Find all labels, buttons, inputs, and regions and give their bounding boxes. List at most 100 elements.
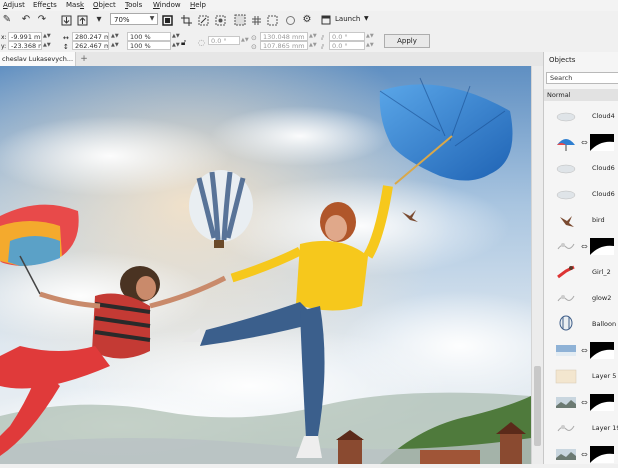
apply-button[interactable]: Apply: [384, 34, 430, 48]
mask-link-icon[interactable]: ⇔: [581, 346, 588, 355]
x-spinner-icon[interactable]: ▲▼: [43, 32, 51, 41]
width-field[interactable]: 280.247 mm: [72, 32, 109, 41]
scale-x-spinner-icon[interactable]: ▲▼: [172, 32, 180, 41]
pencil-icon[interactable]: ✎: [2, 14, 12, 26]
skew-x-spinner-icon[interactable]: ▲▼: [366, 32, 374, 41]
menu-mask[interactable]: Mask: [66, 1, 84, 10]
add-tab-button[interactable]: +: [78, 53, 90, 65]
select-rectangle-icon[interactable]: [234, 14, 246, 26]
objects-search-input[interactable]: Search: [546, 72, 618, 84]
paper-thumbnail: [555, 367, 577, 386]
scale-y-spinner-icon[interactable]: ▲▼: [172, 41, 180, 50]
export-icon[interactable]: [76, 14, 88, 26]
scale-y-field[interactable]: 100 %: [127, 41, 171, 50]
mask-link-icon[interactable]: ⇔: [581, 138, 588, 147]
center-x-field[interactable]: 130.048 mm: [260, 32, 308, 41]
object-row[interactable]: Cloud6: [544, 156, 618, 182]
object-name: Layer 5: [592, 372, 617, 380]
image-canvas[interactable]: [0, 66, 531, 464]
menu-object[interactable]: Object: [93, 1, 116, 10]
object-row[interactable]: bird: [544, 208, 618, 234]
launch-button[interactable]: Launch: [335, 14, 360, 24]
menu-window[interactable]: Window: [153, 1, 181, 10]
dropdown-arrow-icon[interactable]: ▾: [93, 14, 105, 26]
mask-thumbnail[interactable]: [590, 394, 614, 411]
mask-link-icon[interactable]: ⇔: [581, 450, 588, 459]
rotate-icon: ◌: [198, 38, 205, 47]
transform-icon[interactable]: [197, 14, 209, 26]
crop-icon[interactable]: [180, 14, 192, 26]
skew-x-field[interactable]: 0.0 °: [329, 32, 365, 41]
center-x-spinner-icon[interactable]: ▲▼: [309, 32, 317, 41]
center-x-icon: ⊙: [251, 34, 257, 42]
object-row[interactable]: Balloon: [544, 312, 618, 338]
bird-thumbnail: [555, 211, 577, 230]
menu-adjust[interactable]: Adjust: [3, 1, 25, 10]
sketch-thumbnail: [555, 289, 577, 308]
balloon-thumbnail: [555, 315, 577, 334]
umbrella-thumbnail: [555, 133, 577, 152]
blend-mode-select[interactable]: Normal: [544, 89, 618, 101]
mask-thumbnail[interactable]: [590, 238, 614, 255]
height-icon: ↕: [63, 43, 69, 51]
menu-tools[interactable]: Tools: [125, 1, 142, 10]
object-row[interactable]: Cloud4: [544, 104, 618, 130]
object-row[interactable]: ⇔: [544, 338, 618, 364]
canvas-vertical-scrollbar[interactable]: [531, 66, 543, 464]
angle-spinner-icon[interactable]: ▲▼: [241, 36, 249, 45]
width-icon: ↔: [63, 34, 69, 42]
angle-field[interactable]: 0.0 °: [208, 36, 240, 45]
mask-thumbnail[interactable]: [590, 134, 614, 151]
mask-link-icon[interactable]: ⇔: [581, 242, 588, 251]
scale-x-field[interactable]: 100 %: [127, 32, 171, 41]
object-row[interactable]: ⇔: [544, 234, 618, 260]
menu-help[interactable]: Help: [190, 1, 206, 10]
menu-effects[interactable]: Effects: [33, 1, 57, 10]
y-position-field[interactable]: -23.368 mm: [8, 41, 42, 50]
grid-icon[interactable]: [250, 14, 262, 26]
menu-bar: Adjust Effects Mask Object Tools Window Help: [0, 0, 618, 11]
undo-icon[interactable]: ↶: [20, 14, 32, 26]
lock-ratio-icon[interactable]: 🔓︎: [181, 38, 186, 48]
object-row[interactable]: Girl_2: [544, 260, 618, 286]
zoom-chevron-down-icon[interactable]: ▼: [147, 13, 157, 25]
y-spinner-icon[interactable]: ▲▼: [43, 41, 51, 50]
x-position-field[interactable]: -9.991 mm: [8, 32, 42, 41]
object-row[interactable]: Cloud6: [544, 182, 618, 208]
object-name: Cloud6: [592, 164, 615, 172]
panel-title: Objects: [549, 56, 576, 64]
marquee-icon[interactable]: [266, 14, 278, 26]
center-y-spinner-icon[interactable]: ▲▼: [309, 41, 317, 50]
gear-icon[interactable]: ⚙: [301, 14, 313, 26]
zoom-level-value: 70%: [114, 16, 130, 24]
mask-thumbnail[interactable]: [590, 342, 614, 359]
mask-link-icon[interactable]: ⇔: [581, 398, 588, 407]
object-row[interactable]: Layer 5: [544, 364, 618, 390]
full-screen-icon[interactable]: [161, 14, 173, 26]
mask-mode-icon[interactable]: [214, 14, 226, 26]
object-row[interactable]: ⇔: [544, 390, 618, 416]
zoom-fit-icon[interactable]: [284, 14, 296, 26]
document-tab[interactable]: cheslav Lukasevych...: [0, 52, 76, 66]
scrollbar-thumb[interactable]: [534, 366, 541, 446]
object-row[interactable]: Layer 19: [544, 416, 618, 442]
skew-y-field[interactable]: 0.0 °: [329, 41, 365, 50]
object-row[interactable]: ⇔: [544, 130, 618, 156]
mask-thumbnail[interactable]: [590, 446, 614, 463]
landscape-thumbnail: [555, 445, 577, 464]
height-spinner-icon[interactable]: ▲▼: [111, 41, 119, 50]
launch-chevron-down-icon[interactable]: ▼: [364, 14, 369, 24]
height-field[interactable]: 262.467 mm: [72, 41, 109, 50]
skew-x-icon: ⫽: [321, 34, 325, 42]
object-row[interactable]: glow2: [544, 286, 618, 312]
object-row[interactable]: ⇔: [544, 442, 618, 468]
import-icon[interactable]: [60, 14, 72, 26]
center-y-field[interactable]: 107.865 mm: [260, 41, 308, 50]
launch-icon[interactable]: [320, 14, 332, 26]
x-position-icon: x:: [1, 34, 7, 41]
redo-icon[interactable]: ↷: [36, 14, 48, 26]
skew-y-spinner-icon[interactable]: ▲▼: [366, 41, 374, 50]
cloud-thumbnail: [555, 107, 577, 126]
width-spinner-icon[interactable]: ▲▼: [111, 32, 119, 41]
objects-panel: Objects Search Normal Cloud4 ⇔ Cloud6 Cloud…: [543, 52, 618, 464]
